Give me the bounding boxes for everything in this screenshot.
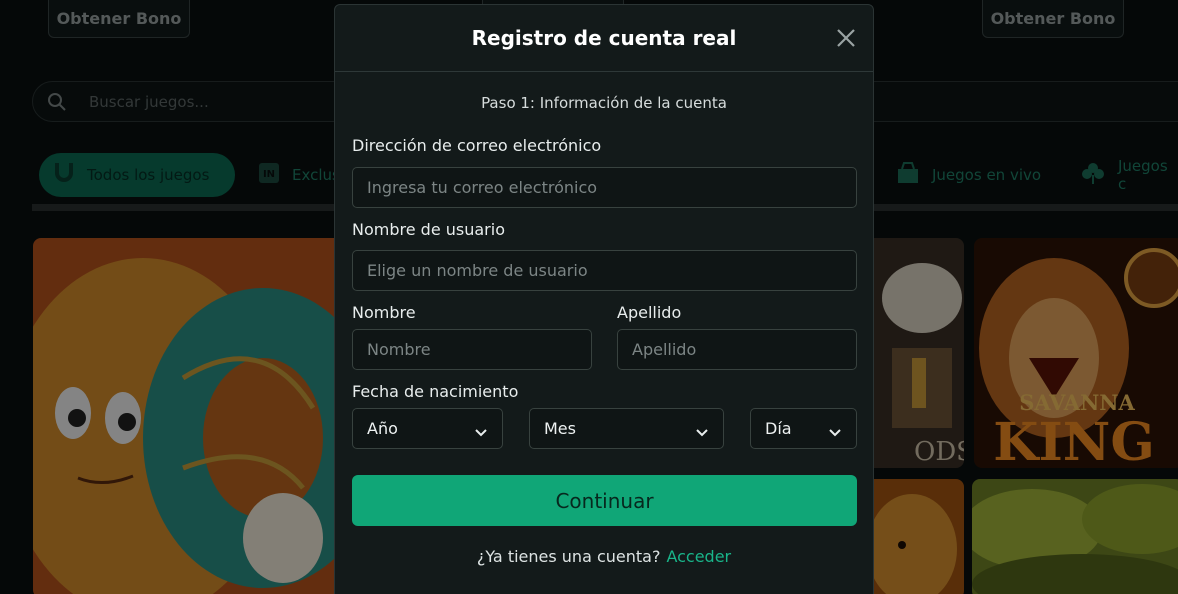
dob-label: Fecha de nacimiento [352, 382, 519, 401]
dob-month-select[interactable]: Mes [529, 408, 724, 449]
continue-button[interactable]: Continuar [352, 475, 857, 526]
dob-year-select[interactable]: Año [352, 408, 503, 449]
login-prompt: ¿Ya tienes una cuenta? Acceder [335, 547, 873, 566]
chevron-down-icon [828, 423, 842, 442]
dob-year-value: Año [367, 419, 398, 438]
first-name-label: Nombre [352, 303, 416, 322]
step-indicator: Paso 1: Información de la cuenta [481, 94, 727, 112]
modal-title: Registro de cuenta real [471, 26, 737, 50]
first-name-field[interactable]: Nombre [352, 329, 592, 370]
have-account-text: ¿Ya tienes una cuenta? [476, 547, 661, 566]
username-field[interactable]: Elige un nombre de usuario [352, 250, 857, 291]
registration-modal: Registro de cuenta real Paso 1: Informac… [334, 4, 874, 594]
last-name-label: Apellido [617, 303, 682, 322]
dob-day-value: Día [765, 419, 792, 438]
chevron-down-icon [474, 423, 488, 442]
close-icon[interactable] [835, 27, 857, 49]
last-name-field[interactable]: Apellido [617, 329, 857, 370]
email-label: Dirección de correo electrónico [352, 136, 602, 155]
first-name-placeholder: Nombre [367, 340, 431, 359]
chevron-down-icon [695, 423, 709, 442]
email-field[interactable]: Ingresa tu correo electrónico [352, 167, 857, 208]
dob-day-select[interactable]: Día [750, 408, 857, 449]
casino-page: Obtener Bono Obtener Bono Buscar juegos.… [0, 0, 1178, 594]
last-name-placeholder: Apellido [632, 340, 697, 359]
email-placeholder: Ingresa tu correo electrónico [367, 178, 598, 197]
username-placeholder: Elige un nombre de usuario [367, 261, 588, 280]
username-label: Nombre de usuario [352, 220, 505, 239]
modal-header: Registro de cuenta real [335, 5, 873, 72]
login-link[interactable]: Acceder [666, 547, 731, 566]
dob-month-value: Mes [544, 419, 576, 438]
